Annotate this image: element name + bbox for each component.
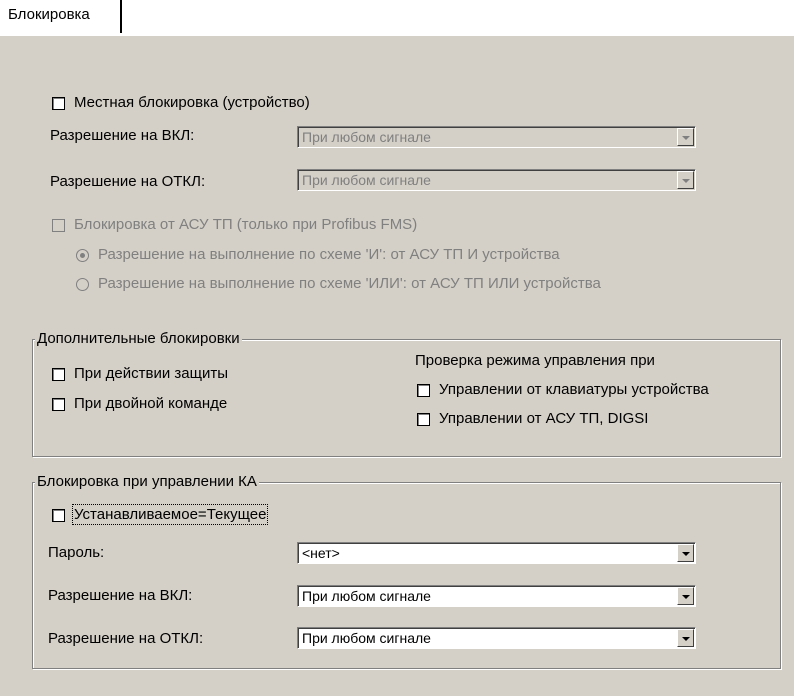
scada-blocking-checkbox[interactable] <box>52 219 65 232</box>
keyboard-control-checkbox[interactable] <box>417 384 430 397</box>
radio-scheme-and-label: Разрешение на выполнение по схеме 'И': о… <box>98 246 560 263</box>
tab-blocking[interactable]: Блокировка <box>0 0 122 33</box>
local-off-dropdown-button[interactable] <box>677 171 694 189</box>
protection-checkbox[interactable] <box>52 368 65 381</box>
local-on-label: Разрешение на ВКЛ: <box>50 127 195 144</box>
chevron-down-icon <box>682 637 690 641</box>
protection-label: При действии защиты <box>74 365 228 382</box>
double-command-checkbox[interactable] <box>52 398 65 411</box>
ka-off-label: Разрешение на ОТКЛ: <box>48 630 204 647</box>
radio-scheme-and[interactable] <box>76 249 89 262</box>
chevron-down-icon <box>682 595 690 599</box>
local-off-label: Разрешение на ОТКЛ: <box>50 173 206 190</box>
keyboard-control-label: Управлении от клавиатуры устройства <box>439 381 709 398</box>
chevron-down-icon <box>682 552 690 556</box>
scada-blocking-label: Блокировка от АСУ ТП (только при Profibu… <box>74 216 418 233</box>
scada-digsi-checkbox[interactable] <box>417 413 430 426</box>
set-equals-current-label: Устанавливаемое=Текущее <box>71 504 269 525</box>
local-off-select[interactable]: При любом сигнале <box>297 169 696 191</box>
tab-label: Блокировка <box>8 6 90 23</box>
password-dropdown-button[interactable] <box>677 544 694 562</box>
radio-scheme-or-label: Разрешение на выполнение по схеме 'ИЛИ':… <box>98 275 601 292</box>
ka-blocking-title: Блокировка при управлении КА <box>35 473 259 490</box>
local-on-value: При любом сигнале <box>302 129 431 145</box>
ka-off-dropdown-button[interactable] <box>677 629 694 647</box>
password-select[interactable]: <нет> <box>297 542 696 564</box>
mode-check-title: Проверка режима управления при <box>415 352 655 369</box>
extra-blockings-title: Дополнительные блокировки <box>35 330 242 347</box>
scada-digsi-label: Управлении от АСУ ТП, DIGSI <box>439 410 649 427</box>
chevron-down-icon <box>682 136 690 140</box>
ka-off-value: При любом сигнале <box>302 630 431 646</box>
double-command-label: При двойной команде <box>74 395 228 412</box>
radio-scheme-or[interactable] <box>76 278 89 291</box>
ka-on-select[interactable]: При любом сигнале <box>297 585 696 607</box>
local-blocking-label: Местная блокировка (устройство) <box>74 94 310 111</box>
ka-on-dropdown-button[interactable] <box>677 587 694 605</box>
password-label: Пароль: <box>48 544 105 561</box>
ka-off-select[interactable]: При любом сигнале <box>297 627 696 649</box>
ka-on-label: Разрешение на ВКЛ: <box>48 587 193 604</box>
ka-on-value: При любом сигнале <box>302 588 431 604</box>
password-value: <нет> <box>302 545 340 561</box>
set-equals-current-checkbox[interactable] <box>52 509 65 522</box>
chevron-down-icon <box>682 179 690 183</box>
local-blocking-checkbox[interactable] <box>52 97 65 110</box>
local-on-select[interactable]: При любом сигнале <box>297 126 696 148</box>
local-on-dropdown-button[interactable] <box>677 128 694 146</box>
local-off-value: При любом сигнале <box>302 172 431 188</box>
